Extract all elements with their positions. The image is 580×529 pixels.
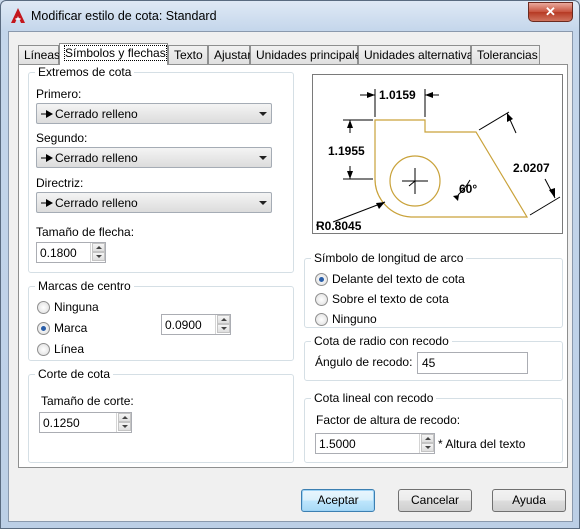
directriz-value: Cerrado relleno xyxy=(55,196,138,210)
spin-up-button[interactable] xyxy=(92,243,105,252)
spinner-buttons xyxy=(215,315,230,334)
chevron-down-icon xyxy=(259,112,267,116)
preview-dim-right: 2.0207 xyxy=(513,161,550,175)
ninguna-radio[interactable] xyxy=(37,301,50,314)
altura-texto-note: * Altura del texto xyxy=(438,437,526,451)
chevron-down-icon xyxy=(259,156,267,160)
tab-ajustar[interactable]: Ajustar xyxy=(208,45,251,64)
dialog-window: Modificar estilo de cota: Standard ✕ Lín… xyxy=(0,0,580,529)
tamano-flecha-label: Tamaño de flecha: xyxy=(36,225,135,239)
marca-radio[interactable] xyxy=(37,322,50,335)
radio-recodo-group-title: Cota de radio con recodo xyxy=(314,334,449,348)
segundo-label: Segundo: xyxy=(36,131,88,145)
preview-angle: 60° xyxy=(459,182,477,196)
angulo-recodo-label: Ángulo de recodo: xyxy=(315,355,413,369)
factor-recodo-value: 1.5000 xyxy=(319,437,356,451)
dialog-client-area: Líneas Símbolos y flechas Texto Ajustar … xyxy=(8,31,573,522)
tamano-flecha-spinner[interactable]: 0.1800 xyxy=(36,242,106,263)
linea-label: Línea xyxy=(54,342,85,356)
ninguno-radio[interactable] xyxy=(315,313,328,326)
preview-panel: 1.0159 1.1955 2.0207 60° R0.8045 xyxy=(312,74,563,234)
tab-simbolos-flechas-label: Símbolos y flechas xyxy=(64,45,167,61)
angulo-recodo-input[interactable]: 45 xyxy=(417,352,528,374)
closed-filled-arrow-icon xyxy=(41,154,53,162)
spin-up-button[interactable] xyxy=(118,413,131,422)
delante-label: Delante del texto de cota xyxy=(332,272,465,286)
directriz-combo[interactable]: Cerrado relleno xyxy=(36,192,272,213)
factor-recodo-spinner[interactable]: 1.5000 xyxy=(315,433,435,454)
ninguno-label: Ninguno xyxy=(332,312,377,326)
angulo-recodo-value: 45 xyxy=(422,356,436,370)
primero-label: Primero: xyxy=(36,87,82,101)
preview-dim-left: 1.1955 xyxy=(328,144,365,158)
tamano-flecha-value: 0.1800 xyxy=(40,246,77,260)
closed-filled-arrow-icon xyxy=(41,110,53,118)
spin-down-button[interactable] xyxy=(421,443,434,452)
spinner-buttons xyxy=(90,243,105,262)
marca-label: Marca xyxy=(54,321,88,335)
preview-shape-outline xyxy=(374,119,529,218)
tab-unidades-principales[interactable]: Unidades principales xyxy=(250,45,367,64)
title-bar[interactable]: Modificar estilo de cota: Standard ✕ xyxy=(1,1,579,31)
accept-button[interactable]: Aceptar xyxy=(301,489,375,512)
directriz-label: Directriz: xyxy=(36,176,84,190)
tamano-corte-label: Tamaño de corte: xyxy=(41,394,134,408)
primero-combo[interactable]: Cerrado relleno xyxy=(36,103,272,124)
cancel-button[interactable]: Cancelar xyxy=(398,489,472,512)
tamano-corte-spinner[interactable]: 0.1250 xyxy=(39,412,132,433)
marca-size-value: 0.0900 xyxy=(165,318,202,332)
spinner-buttons xyxy=(419,434,434,453)
tamano-corte-value: 0.1250 xyxy=(43,416,80,430)
arco-group-title: Símbolo de longitud de arco xyxy=(314,251,464,265)
tab-texto[interactable]: Texto xyxy=(168,45,208,64)
spin-up-button[interactable] xyxy=(217,315,230,324)
delante-radio[interactable] xyxy=(315,273,328,286)
window-title: Modificar estilo de cota: Standard xyxy=(31,9,217,23)
sobre-radio[interactable] xyxy=(315,293,328,306)
autocad-logo-icon xyxy=(11,8,25,23)
linea-radio[interactable] xyxy=(37,343,50,356)
marca-size-spinner[interactable]: 0.0900 xyxy=(161,314,231,335)
help-button[interactable]: Ayuda xyxy=(492,489,566,512)
lineal-recodo-group-title: Cota lineal con recodo xyxy=(314,391,434,405)
spin-down-button[interactable] xyxy=(217,324,230,333)
tab-tolerancias[interactable]: Tolerancias xyxy=(471,45,540,64)
primero-value: Cerrado relleno xyxy=(55,107,138,121)
spin-down-button[interactable] xyxy=(118,422,131,431)
corte-group-title: Corte de cota xyxy=(38,367,111,381)
sobre-label: Sobre el texto de cota xyxy=(332,292,449,306)
marcas-group-title: Marcas de centro xyxy=(38,279,131,293)
tab-simbolos-flechas[interactable]: Símbolos y flechas xyxy=(59,43,168,65)
spin-up-button[interactable] xyxy=(421,434,434,443)
segundo-combo[interactable]: Cerrado relleno xyxy=(36,147,272,168)
segundo-value: Cerrado relleno xyxy=(55,151,138,165)
ninguna-label: Ninguna xyxy=(54,300,99,314)
tab-page: Extremos de cota Primero: Cerrado rellen… xyxy=(18,64,568,468)
tab-lineas[interactable]: Líneas xyxy=(18,45,60,64)
spin-down-button[interactable] xyxy=(92,252,105,261)
closed-filled-arrow-icon xyxy=(41,199,53,207)
preview-radius: R0.8045 xyxy=(316,219,362,233)
close-button[interactable]: ✕ xyxy=(528,2,573,22)
spinner-buttons xyxy=(116,413,131,432)
dimension-preview-drawing: 1.0159 1.1955 2.0207 60° R0.8045 xyxy=(316,88,561,233)
factor-recodo-label: Factor de altura de recodo: xyxy=(316,413,461,427)
chevron-down-icon xyxy=(259,201,267,205)
extremos-group-title: Extremos de cota xyxy=(38,65,132,79)
preview-dim-top: 1.0159 xyxy=(379,88,416,102)
tab-unidades-alternativas[interactable]: Unidades alternativas xyxy=(358,45,479,64)
